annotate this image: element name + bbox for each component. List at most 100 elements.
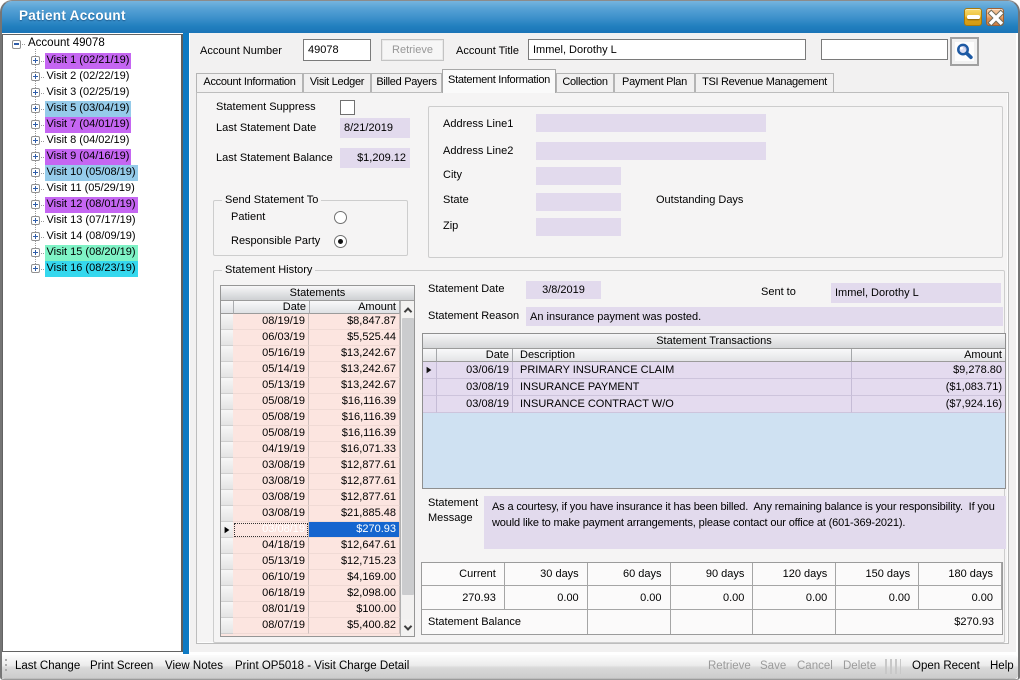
tree-item-visit[interactable]: Visit 9 (04/16/19) [3,149,181,165]
statement-row[interactable]: 05/13/19$13,242.67 [221,378,414,394]
expand-box-icon[interactable] [31,216,40,225]
statement-row[interactable]: 03/08/19$21,885.48 [221,506,414,522]
expand-box-icon[interactable] [31,56,40,65]
expand-box-icon[interactable] [31,264,40,273]
statement-row[interactable]: 04/19/19$16,071.33 [221,442,414,458]
tab-visit-ledger[interactable]: Visit Ledger [303,73,371,92]
expand-box-icon[interactable] [31,88,40,97]
scroll-up-icon [403,307,411,315]
statement-row[interactable]: 08/07/19$5,400.82 [221,618,414,634]
address-line2-field[interactable] [536,142,766,160]
aging-header-0: Current [422,563,505,586]
tree-item-visit[interactable]: Visit 1 (02/21/19) [3,53,181,69]
statement-row[interactable]: 08/01/19$100.00 [221,602,414,618]
tab-tsi-revenue-management[interactable]: TSI Revenue Management [695,73,834,92]
address-zip-field[interactable] [536,218,621,236]
statement-row[interactable]: 05/14/19$13,242.67 [221,362,414,378]
tree-item-visit[interactable]: Visit 2 (02/22/19) [3,69,181,85]
expand-box-icon[interactable] [31,136,40,145]
statusbar-separator [885,659,901,674]
expand-box-icon[interactable] [31,120,40,129]
tree-item-visit[interactable]: Visit 13 (07/17/19) [3,213,181,229]
address-line1-field[interactable] [536,114,766,132]
statement-row[interactable]: 05/08/19$16,116.39 [221,410,414,426]
statement-row[interactable]: 03/08/19$12,877.61 [221,490,414,506]
tree-item-visit[interactable]: Visit 15 (08/20/19) [3,245,181,261]
statement-suppress-checkbox[interactable] [340,100,355,115]
tab-collection[interactable]: Collection [556,73,614,92]
statusbar-view-notes[interactable]: View Notes [165,655,223,678]
address-state-field[interactable] [536,193,621,211]
statement-row[interactable]: 04/18/19$12,647.61 [221,538,414,554]
transaction-row[interactable]: 03/06/19PRIMARY INSURANCE CLAIM$9,278.80 [423,362,1005,379]
expand-box-icon[interactable] [31,200,40,209]
expand-box-icon[interactable] [31,232,40,241]
radio-patient[interactable] [334,211,347,224]
statusbar-last-change[interactable]: Last Change [15,655,80,678]
tab-account-information[interactable]: Account Information [196,73,303,92]
tree-item-visit[interactable]: Visit 7 (04/01/19) [3,117,181,133]
statement-row[interactable]: 03/08/19$270.93 [221,522,414,538]
minimize-button[interactable] [964,8,982,26]
tree-root-item[interactable]: Account 49078 [3,36,181,52]
tree-item-visit[interactable]: Visit 12 (08/01/19) [3,197,181,213]
scrollbar-thumb[interactable] [402,318,414,595]
tree-item-visit[interactable]: Visit 3 (02/25/19) [3,85,181,101]
row-selector [423,396,437,413]
tab-billed-payers[interactable]: Billed Payers [371,73,442,92]
statusbar-help[interactable]: Help [990,655,1014,678]
tree-item-visit[interactable]: Visit 5 (03/04/19) [3,101,181,117]
tab-payment-plan[interactable]: Payment Plan [614,73,695,92]
expand-box-icon[interactable] [31,184,40,193]
search-button[interactable] [950,37,979,66]
statement-row[interactable]: 06/03/19$5,525.44 [221,330,414,346]
titlebar[interactable]: Patient Account [1,1,1019,33]
close-button[interactable] [986,8,1004,26]
collapse-box-icon[interactable] [12,40,21,49]
statement-row[interactable]: 03/08/19$12,877.61 [221,458,414,474]
statement-row[interactable]: 06/10/19$4,169.00 [221,570,414,586]
statusbar-save[interactable]: Save [760,655,786,678]
tree-item-visit[interactable]: Visit 11 (05/29/19) [3,181,181,197]
statement-row[interactable]: 05/16/19$13,242.67 [221,346,414,362]
expand-box-icon[interactable] [31,248,40,257]
statusbar-print-screen[interactable]: Print Screen [90,655,153,678]
statusbar-open-recent[interactable]: Open Recent [912,655,980,678]
statement-date-cell: 04/18/19 [233,538,309,554]
statusbar-cancel[interactable]: Cancel [797,655,833,678]
scroll-down-button[interactable] [401,619,414,636]
last-statement-balance-label: Last Statement Balance [216,152,333,164]
statement-row[interactable]: 05/08/19$16,116.39 [221,426,414,442]
tree-item-visit[interactable]: Visit 14 (08/09/19) [3,229,181,245]
tree-item-visit[interactable]: Visit 16 (08/23/19) [3,261,181,277]
address-city-field[interactable] [536,167,621,185]
tree-item-visit[interactable]: Visit 8 (04/02/19) [3,133,181,149]
statusbar-print-op5018-visit-charge-detail[interactable]: Print OP5018 - Visit Charge Detail [235,655,409,678]
transaction-row[interactable]: 03/08/19INSURANCE PAYMENT($1,083.71) [423,379,1005,396]
aging-balance-empty [671,610,754,634]
statement-row[interactable]: 05/13/19$12,715.23 [221,554,414,570]
tree-item-visit[interactable]: Visit 10 (05/08/19) [3,165,181,181]
scroll-up-button[interactable] [401,301,414,318]
expand-box-icon[interactable] [31,72,40,81]
statement-row[interactable]: 08/19/19$8,847.87 [221,314,414,330]
radio-responsible-party[interactable] [334,235,347,248]
statusbar-delete[interactable]: Delete [843,655,876,678]
expand-box-icon[interactable] [31,152,40,161]
account-title-input[interactable]: Immel, Dorothy L [528,39,806,60]
tab-statement-information[interactable]: Statement Information [442,69,556,93]
account-number-input[interactable]: 49078 [303,39,371,61]
statusbar-retrieve[interactable]: Retrieve [708,655,751,678]
expand-box-icon[interactable] [31,104,40,113]
statement-history-label: Statement History [222,264,315,276]
statement-row[interactable]: 03/08/19$12,877.61 [221,474,414,490]
statement-row[interactable]: 05/08/19$16,116.39 [221,394,414,410]
statement-row[interactable]: 06/18/19$2,098.00 [221,586,414,602]
aging-value-3: 0.00 [671,586,754,610]
transaction-row[interactable]: 03/08/19INSURANCE CONTRACT W/O($7,924.16… [423,396,1005,413]
search-input[interactable] [821,39,948,60]
statements-scrollbar[interactable] [400,301,414,636]
splitter[interactable] [183,33,189,654]
retrieve-button[interactable]: Retrieve [381,39,444,61]
expand-box-icon[interactable] [31,168,40,177]
